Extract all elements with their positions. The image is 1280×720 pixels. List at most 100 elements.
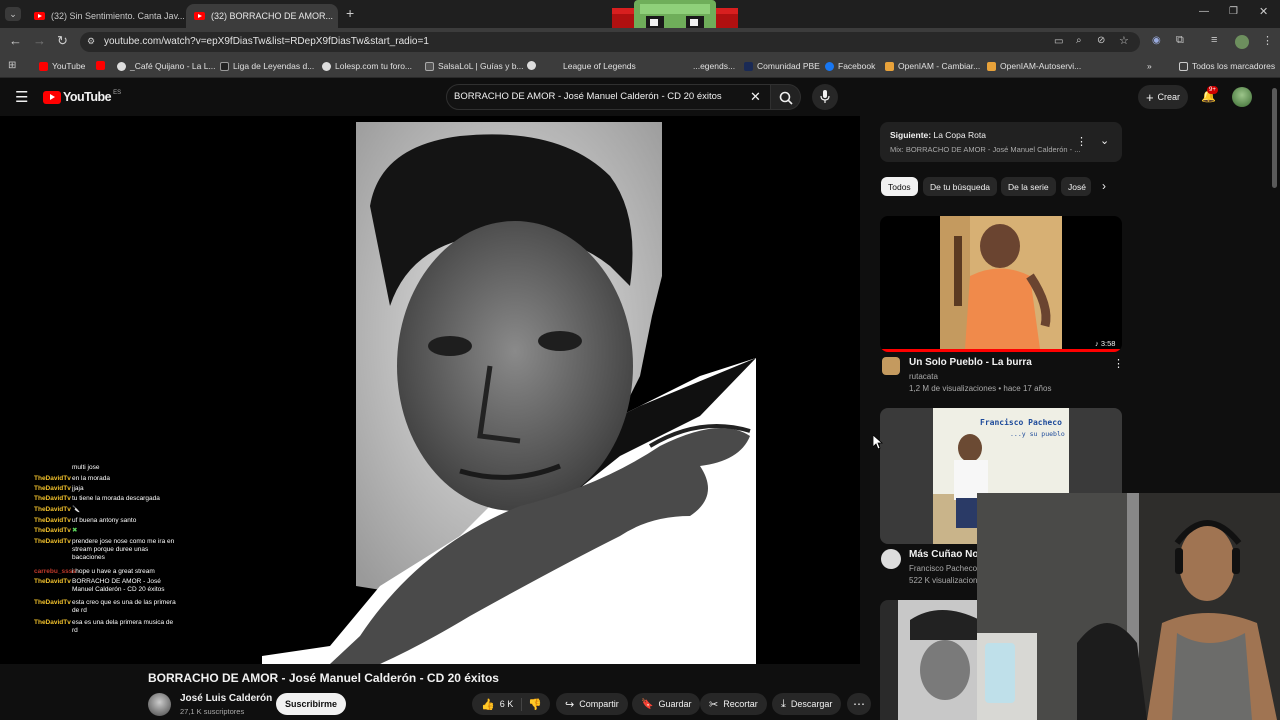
bookmark-cafe-quijano-label[interactable]: _Café Quijano - La L...: [117, 61, 216, 71]
chevron-down-icon[interactable]: ⌄: [1100, 134, 1109, 147]
url-text[interactable]: youtube.com/watch?v=epX9fDiasTw&list=RDe…: [104, 36, 429, 47]
bookmark-label: _Café Quijano - La L...: [130, 61, 216, 71]
media-controls-icon[interactable]: ≡: [1211, 34, 1217, 46]
browser-menu-icon[interactable]: ⋮: [1262, 34, 1273, 47]
bookmark-lolesp[interactable]: Lolesp.com tu foro...: [322, 61, 412, 71]
video-title-rec[interactable]: Más Cuñao No: [909, 549, 978, 560]
extensions-puzzle-icon[interactable]: ⧉: [1176, 34, 1184, 47]
notification-badge: 9+: [1207, 86, 1218, 94]
browser-tab-1[interactable]: (32) Sin Sentimiento. Canta Jav... ✕: [26, 4, 184, 28]
chat-text: ✖: [72, 527, 78, 534]
bookmark-youtube[interactable]: YouTube: [39, 61, 85, 71]
search-input[interactable]: BORRACHO DE AMOR - José Manuel Calderón …: [454, 91, 744, 102]
channel-name[interactable]: José Luis Calderón: [180, 693, 272, 704]
like-button[interactable]: 👍 6 K: [472, 697, 522, 711]
bookmark-openiam-autoservicio[interactable]: OpenIAM-Autoservi...: [987, 61, 1081, 71]
close-window-icon[interactable]: ✕: [1259, 5, 1268, 18]
create-button[interactable]: + Crear: [1138, 85, 1188, 109]
extension-icon[interactable]: ◉: [1152, 35, 1161, 46]
create-label: Crear: [1157, 92, 1181, 102]
save-label: Guardar: [658, 699, 692, 709]
chat-text: i hope u have a great stream: [72, 568, 155, 575]
mix-title: Mix: BORRACHO DE AMOR - José Manuel Cald…: [890, 145, 1081, 154]
bookmark-salsalol[interactable]: SalsaLoL | Guías y b...: [425, 61, 524, 71]
duration-badge: ♪ 3:58: [1092, 338, 1119, 349]
new-tab-button[interactable]: +: [346, 5, 354, 21]
mouse-cursor-icon: [873, 435, 883, 449]
dislike-button[interactable]: 👎: [522, 698, 542, 711]
bookmark-league-of-legends[interactable]: League of Legends: [563, 61, 636, 71]
download-button[interactable]: ⤓ Descargar: [772, 693, 842, 715]
eye-off-icon[interactable]: ⊘: [1097, 35, 1105, 46]
chat-username: TheDavidTv: [34, 619, 71, 626]
hamburger-menu-icon[interactable]: ☰: [15, 88, 28, 106]
duration-text: 3:58: [1100, 339, 1116, 348]
more-bookmarks-icon[interactable]: »: [1147, 61, 1152, 71]
microphone-icon: [820, 90, 830, 103]
like-count: 6 K: [499, 699, 514, 709]
chip-de-tu-busqueda[interactable]: De tu búsqueda: [923, 177, 998, 196]
video-thumbnail[interactable]: ♪ 3:58: [880, 216, 1122, 352]
browser-tab-strip: ⌄ (32) Sin Sentimiento. Canta Jav... ✕ (…: [0, 0, 1280, 70]
chat-username: TheDavidTv: [34, 578, 71, 585]
page-scrollbar[interactable]: [1272, 88, 1277, 188]
channel-name-rec[interactable]: rutacata: [909, 372, 938, 381]
minimize-window-icon[interactable]: —: [1199, 6, 1209, 17]
progress-bar: [880, 349, 1122, 352]
bookmark-star-icon[interactable]: ☆: [1119, 34, 1129, 47]
bookmark-facebook[interactable]: Facebook: [825, 61, 875, 71]
bookmark-legends-2[interactable]: ...egends...: [693, 61, 735, 71]
video-more-icon[interactable]: ⋮: [1113, 357, 1124, 370]
clip-button[interactable]: ✂ Recortar: [700, 693, 767, 715]
channel-avatar[interactable]: [881, 549, 901, 569]
video-title-rec[interactable]: Un Solo Pueblo - La burra: [909, 357, 1032, 368]
chip-jose[interactable]: José: [1061, 177, 1091, 196]
bookmark-cafe-quijano[interactable]: [96, 61, 109, 70]
chat-username: TheDavidTv: [34, 599, 71, 606]
playlist-more-icon[interactable]: ⋮: [1076, 135, 1087, 148]
chips-next-arrow-icon[interactable]: ›: [1102, 179, 1106, 193]
tab-list-chevron-icon[interactable]: ⌄: [5, 7, 21, 21]
thumbnail-image: [940, 216, 1062, 349]
chat-username: TheDavidTv: [34, 538, 71, 545]
youtube-logo-icon: [43, 90, 61, 104]
browser-tab-2[interactable]: (32) BORRACHO DE AMOR... 🔊 ✕: [186, 4, 338, 28]
chat-text: prendere jose nose como me ira en stream…: [72, 538, 175, 561]
zoom-icon[interactable]: ⌕: [1076, 35, 1082, 46]
share-button[interactable]: ↪ Compartir: [556, 693, 628, 715]
search-button[interactable]: [771, 84, 801, 110]
chip-de-la-serie[interactable]: De la serie: [1001, 177, 1056, 196]
forward-arrow-icon[interactable]: →: [33, 33, 46, 49]
bookmark-label: Liga de Leyendas d...: [233, 61, 315, 71]
channel-name-rec[interactable]: Francisco Pacheco &: [909, 564, 985, 573]
channel-avatar[interactable]: [148, 693, 171, 716]
bookmark-globe[interactable]: [527, 61, 540, 70]
youtube-logo[interactable]: YouTube ES: [43, 90, 121, 104]
chat-text: esta creo que es una de las primera de r…: [72, 599, 176, 614]
apps-grid-icon[interactable]: ⊞: [8, 60, 16, 71]
webcam-feed-image: [977, 493, 1280, 720]
download-icon: ⤓: [781, 697, 786, 710]
bookmark-label: Todos los marcadores: [1192, 61, 1276, 71]
reload-icon[interactable]: ↻: [57, 33, 68, 49]
account-avatar[interactable]: [1232, 87, 1252, 107]
profile-avatar[interactable]: [1235, 35, 1249, 49]
more-actions-button[interactable]: ⋯: [847, 693, 871, 715]
like-dislike-group: 👍 6 K 👎: [472, 693, 550, 715]
save-button[interactable]: 🔖 Guardar: [632, 693, 701, 715]
restore-window-icon[interactable]: ❐: [1229, 6, 1238, 17]
bookmark-label: SalsaLoL | Guías y b...: [438, 61, 524, 71]
bookmark-liga-leyendas[interactable]: Liga de Leyendas d...: [220, 61, 314, 71]
chip-todos[interactable]: Todos: [881, 177, 918, 196]
clear-search-icon[interactable]: ✕: [750, 89, 761, 105]
bookmark-openiam-cambiar[interactable]: OpenIAM - Cambiar...: [885, 61, 980, 71]
playlist-next-panel[interactable]: Siguiente: La Copa Rota Mix: BORRACHO DE…: [880, 122, 1122, 162]
cast-icon[interactable]: ▭: [1054, 36, 1063, 47]
channel-avatar[interactable]: [882, 357, 900, 375]
voice-search-button[interactable]: [812, 84, 838, 110]
bookmark-comunidad-pbe[interactable]: Comunidad PBE: [744, 61, 820, 71]
subscribe-button[interactable]: Suscribirme: [276, 693, 347, 715]
all-bookmarks-folder[interactable]: Todos los marcadores: [1179, 61, 1275, 71]
site-info-icon[interactable]: ⚙: [87, 36, 95, 47]
back-arrow-icon[interactable]: ←: [9, 33, 22, 49]
